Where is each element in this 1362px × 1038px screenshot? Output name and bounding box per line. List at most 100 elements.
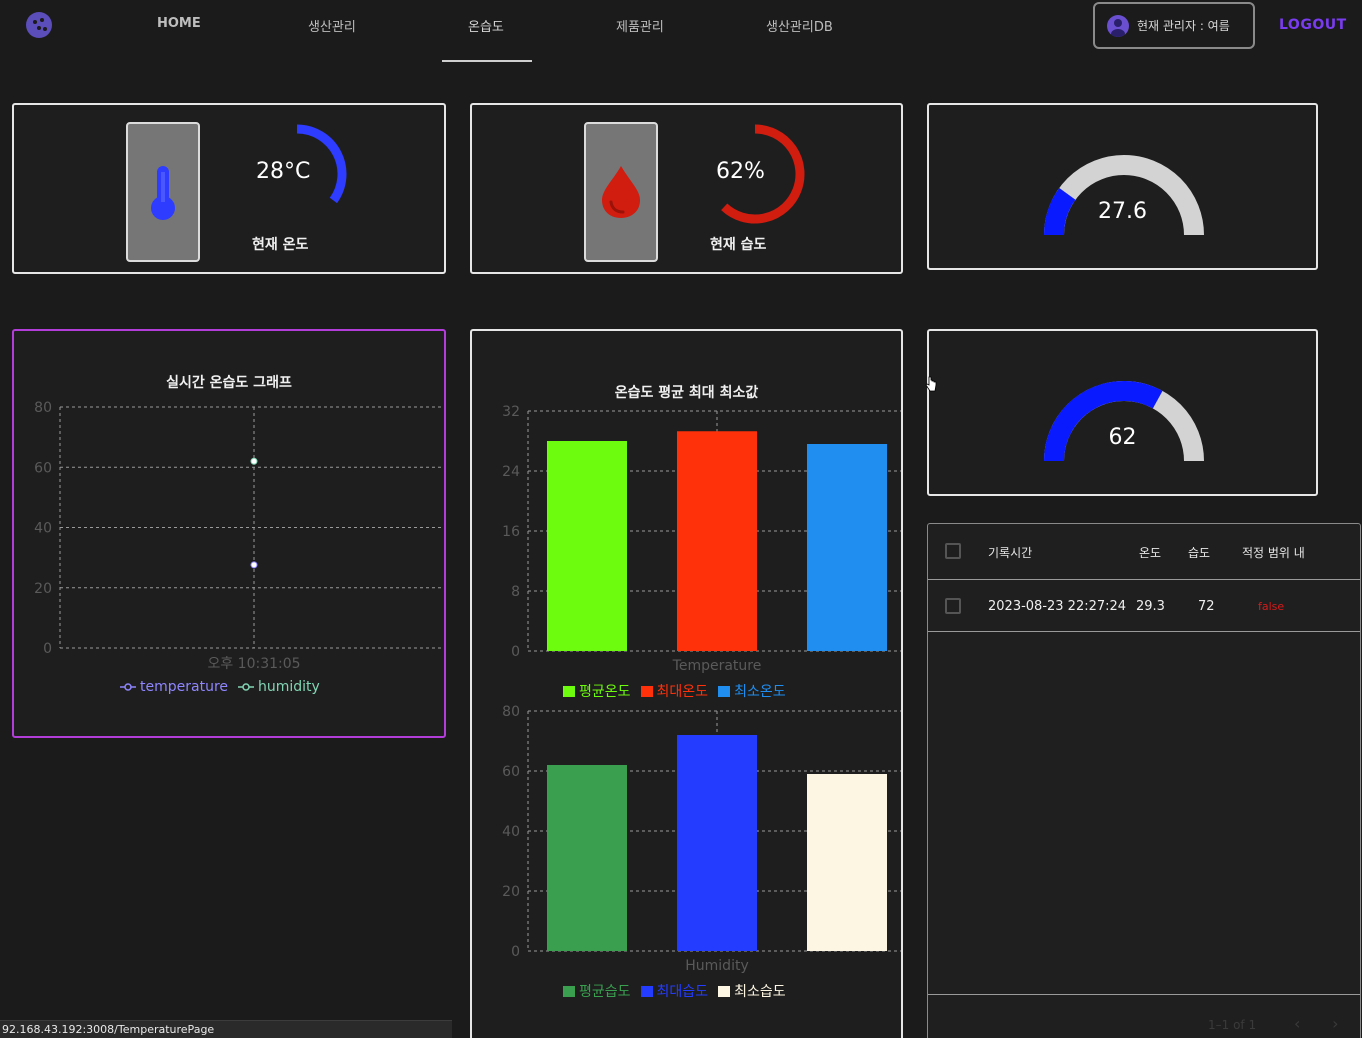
data-point-temperature[interactable]	[250, 561, 258, 569]
humidity-bar-legend: 평균습도 최대습도 최소습도	[563, 981, 786, 1001]
temperature-value: 28°C	[256, 159, 311, 184]
realtime-line-chart: 0 20 40 60 80 오후 10:31:05	[34, 400, 444, 672]
humidity-bar-3[interactable]	[807, 774, 887, 951]
nav-temp-humidity[interactable]: 온습도	[468, 16, 504, 35]
legend-swatch	[718, 985, 731, 997]
y-tick-label: 0	[511, 644, 520, 660]
legend-max-temp[interactable]: 최대온도	[640, 681, 709, 701]
legend-min-humid[interactable]: 최소습도	[718, 981, 786, 1001]
row-temp: 29.3	[1136, 599, 1165, 614]
legend-humidity[interactable]: humidity	[238, 679, 320, 695]
water-drop-icon	[602, 166, 640, 218]
nav-home[interactable]: HOME	[157, 16, 201, 31]
column-header-temp[interactable]: 온도	[1139, 544, 1161, 561]
legend-swatch	[640, 985, 653, 997]
legend-min-temp-label: 최소온도	[734, 684, 786, 700]
legend-temperature-label: temperature	[140, 679, 228, 695]
y-tick-label: 40	[34, 521, 52, 537]
app-logo-icon[interactable]	[26, 12, 52, 38]
account-circle-icon	[1107, 14, 1129, 37]
row-checkbox[interactable]	[945, 598, 961, 614]
humidity-card: 62% 현재 습도	[470, 103, 903, 274]
legend-humidity-marker	[238, 683, 254, 691]
y-tick-label: 24	[502, 464, 520, 480]
browser-status-bar: 92.168.43.192:3008/TemperaturePage	[0, 1020, 452, 1038]
legend-avg-humid-label: 평균습도	[579, 984, 631, 1000]
admin-info[interactable]: 현재 관리자 : 여름	[1093, 2, 1255, 49]
column-header-humid[interactable]: 습도	[1188, 544, 1210, 561]
row-in-range: false	[1258, 600, 1285, 613]
legend-max-humid-label: 최대습도	[656, 984, 709, 1000]
records-table: 기록시간 온도 습도 적정 범위 내 2023-08-23 22:27:24 2…	[927, 523, 1361, 1038]
admin-label: 현재 관리자 : 여름	[1137, 19, 1230, 33]
thermometer-icon	[151, 166, 175, 220]
nav-production-db[interactable]: 생산관리DB	[766, 16, 833, 35]
y-tick-label: 20	[502, 884, 520, 900]
stats-chart-card: 온습도 평균 최대 최소값 0 8 16 24 32 Temperature 0 20 40 60…	[470, 329, 903, 1038]
legend-swatch	[563, 985, 575, 997]
temperature-bar-legend: 평균온도 최대온도 최소온도	[563, 681, 786, 701]
row-time: 2023-08-23 22:27:24	[988, 599, 1127, 614]
nav-production[interactable]: 생산관리	[308, 16, 356, 35]
y-tick-label: 80	[502, 704, 520, 720]
y-tick-label: 0	[511, 944, 520, 960]
legend-temperature-marker	[120, 683, 136, 691]
temperature-x-axis-title: Temperature	[672, 658, 762, 674]
data-point-humidity[interactable]	[250, 457, 258, 465]
legend-min-humid-label: 최소습도	[734, 984, 786, 1000]
legend-avg-temp[interactable]: 평균온도	[563, 681, 631, 701]
prev-page-icon[interactable]: ‹	[1294, 1014, 1300, 1033]
legend-max-humid[interactable]: 최대습도	[640, 981, 709, 1001]
pagination-label: 1–1 of 1	[1208, 1018, 1257, 1032]
humidity-label: 현재 습도	[710, 237, 767, 253]
realtime-chart-card: 실시간 온습도 그래프 0 20 40 60 80 오후 10:31:05 tempera…	[12, 329, 446, 738]
temperature-bar-2[interactable]	[677, 431, 757, 651]
y-tick-label: 80	[34, 400, 52, 416]
nav-product[interactable]: 제품관리	[616, 16, 664, 35]
select-all-checkbox[interactable]	[945, 543, 961, 559]
temperature-gauge	[1044, 155, 1204, 236]
legend-swatch	[718, 685, 731, 697]
column-header-in-range[interactable]: 적정 범위 내	[1242, 544, 1305, 561]
next-page-icon[interactable]: ›	[1332, 1014, 1338, 1033]
humidity-gauge-card: 62	[927, 329, 1318, 496]
temperature-gauge-card: 27.6	[927, 103, 1318, 270]
x-tick-label: 오후 10:31:05	[207, 656, 300, 672]
legend-avg-temp-label: 평균온도	[579, 684, 631, 700]
humidity-bar-2[interactable]	[677, 735, 757, 951]
table-footer-divider	[928, 994, 1360, 995]
row-humid: 72	[1198, 599, 1215, 614]
y-tick-label: 32	[502, 404, 520, 420]
legend-min-temp[interactable]: 최소온도	[718, 681, 786, 701]
legend-swatch	[563, 685, 575, 697]
y-tick-label: 0	[43, 641, 52, 657]
legend-humidity-label: humidity	[258, 679, 320, 695]
humidity-gauge-value: 62	[1108, 425, 1137, 450]
realtime-legend: temperature humidity	[120, 679, 320, 695]
water-drop-icon-box	[584, 122, 658, 262]
logout-button[interactable]: LOGOUT	[1279, 17, 1347, 33]
humidity-bar-1[interactable]	[547, 765, 627, 951]
temperature-bar-1[interactable]	[547, 441, 627, 651]
temperature-gauge-value: 27.6	[1098, 199, 1147, 224]
y-tick-label: 16	[502, 524, 520, 540]
column-header-time[interactable]: 기록시간	[988, 544, 1032, 561]
humidity-value: 62%	[716, 159, 765, 184]
legend-max-temp-label: 최대온도	[656, 684, 709, 700]
temperature-label: 현재 온도	[252, 237, 309, 253]
legend-temperature[interactable]: temperature	[120, 679, 228, 695]
y-tick-label: 8	[511, 584, 520, 600]
temperature-bar-3[interactable]	[807, 444, 887, 651]
y-tick-label: 60	[502, 764, 520, 780]
humidity-gauge	[1044, 381, 1204, 462]
table-row[interactable]: 2023-08-23 22:27:24 29.3 72 false	[928, 580, 1360, 632]
active-tab-indicator	[442, 60, 532, 62]
y-tick-label: 20	[34, 581, 52, 597]
table-header: 기록시간 온도 습도 적정 범위 내	[928, 524, 1360, 580]
legend-avg-humid[interactable]: 평균습도	[563, 981, 631, 1001]
humidity-x-axis-title: Humidity	[685, 958, 748, 974]
y-tick-label: 60	[34, 460, 52, 476]
hand-cursor-icon	[925, 376, 937, 392]
legend-swatch	[640, 685, 653, 697]
thermometer-icon-box	[126, 122, 200, 262]
